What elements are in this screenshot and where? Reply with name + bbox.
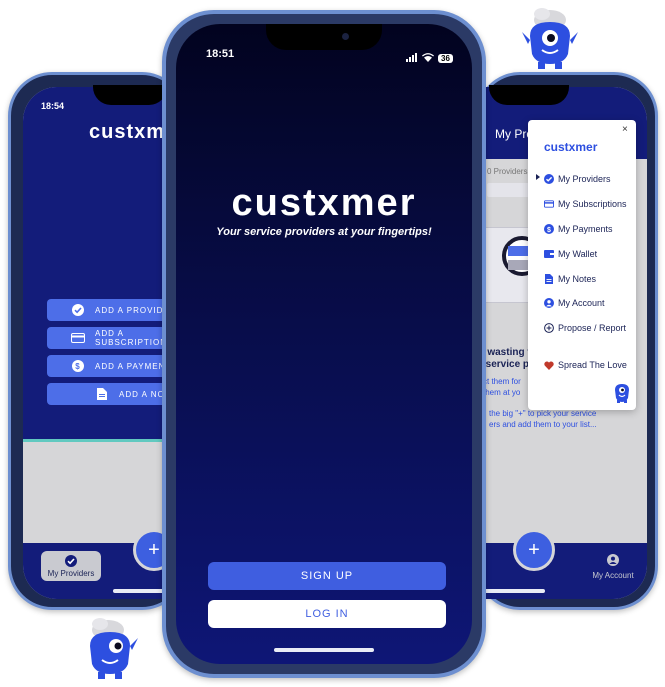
empty-heading: e wasting t <box>479 347 531 358</box>
empty-text: them at yo <box>483 388 521 397</box>
mascot-icon <box>612 382 632 409</box>
drawer-item-label: My Wallet <box>558 249 598 259</box>
sign-up-button[interactable]: SIGN UP <box>208 562 446 590</box>
left-hero: 18:54 custxmer ADD A PROVIDER ADD A SUBS… <box>23 87 183 442</box>
status-icons: 36 <box>406 49 453 67</box>
add-fab-button[interactable]: + <box>513 529 555 571</box>
drawer-item-my-account[interactable]: My Account <box>544 296 605 310</box>
tab-label: My Providers <box>47 568 95 578</box>
signal-icon <box>406 49 418 67</box>
home-indicator <box>479 589 545 593</box>
dollar-icon: $ <box>71 359 85 373</box>
tab-label: My Account <box>592 571 634 580</box>
drawer-item-label: Spread The Love <box>558 360 627 370</box>
wallet-icon <box>544 249 554 259</box>
drawer-item-label: My Payments <box>558 224 613 234</box>
notch <box>266 24 382 50</box>
drawer-item-my-notes[interactable]: My Notes <box>544 272 596 286</box>
drawer-item-spread-the-love[interactable]: Spread The Love <box>544 358 627 372</box>
empty-text: ct them for <box>483 377 521 386</box>
home-indicator <box>274 648 374 652</box>
drawer-item-label: My Providers <box>558 174 611 184</box>
drawer-item-my-providers[interactable]: My Providers <box>544 172 611 186</box>
active-indicator-icon <box>536 174 540 180</box>
tab-my-providers[interactable]: My Providers <box>41 551 101 581</box>
notch <box>489 85 569 105</box>
card-icon <box>544 199 554 209</box>
battery-icon: 36 <box>438 53 453 63</box>
heart-icon <box>544 360 554 370</box>
svg-text:$: $ <box>75 362 80 371</box>
drawer-item-my-wallet[interactable]: My Wallet <box>544 247 597 261</box>
wifi-icon <box>422 49 434 67</box>
button-label: ADD A PAYMENT <box>95 361 172 371</box>
camera-icon <box>342 33 349 40</box>
card-icon <box>71 331 85 345</box>
empty-heading: r service p <box>479 359 530 370</box>
notch <box>93 85 167 105</box>
navigation-drawer: × custxmer My Providers My Subscriptions… <box>528 120 636 410</box>
tab-my-account[interactable]: My Account <box>591 553 635 580</box>
drawer-item-label: Propose / Report <box>558 323 627 333</box>
dollar-icon: $ <box>544 224 554 234</box>
user-icon <box>607 553 619 571</box>
log-in-button[interactable]: LOG IN <box>208 600 446 628</box>
status-time: 18:51 <box>206 48 235 60</box>
drawer-item-propose-report[interactable]: Propose / Report <box>544 321 626 335</box>
tagline: Your service providers at your fingertip… <box>216 226 432 238</box>
drawer-item-my-subscriptions[interactable]: My Subscriptions <box>544 197 627 211</box>
svg-text:$: $ <box>547 227 551 234</box>
hint-text: the big "+" to pick your service <box>489 409 597 418</box>
center-screen: 18:51 36 custxmer Your service providers… <box>176 24 472 664</box>
left-screen: 18:54 custxmer ADD A PROVIDER ADD A SUBS… <box>23 87 183 599</box>
document-icon <box>544 274 554 284</box>
app-logo: custxmer <box>231 182 417 224</box>
mascot-icon <box>82 616 140 685</box>
document-icon <box>95 387 109 401</box>
mascot-icon <box>522 6 580 75</box>
drawer-item-label: My Subscriptions <box>558 199 627 209</box>
providers-count: 0 Providers <box>487 167 528 176</box>
check-circle-icon <box>71 303 85 317</box>
drawer-item-label: My Notes <box>558 274 597 284</box>
left-phone: 18:54 custxmer ADD A PROVIDER ADD A SUBS… <box>8 72 186 610</box>
drawer-logo: custxmer <box>544 140 598 154</box>
check-circle-icon <box>544 174 554 184</box>
plus-circle-icon <box>544 323 554 333</box>
check-circle-icon <box>65 554 77 569</box>
drawer-item-label: My Account <box>558 298 605 308</box>
drawer-item-my-payments[interactable]: $ My Payments <box>544 222 613 236</box>
center-phone: 18:51 36 custxmer Your service providers… <box>162 10 486 678</box>
user-icon <box>544 298 554 308</box>
hint-text: ers and add them to your list... <box>489 420 597 429</box>
close-icon[interactable]: × <box>622 124 628 135</box>
status-time: 18:54 <box>41 101 65 111</box>
